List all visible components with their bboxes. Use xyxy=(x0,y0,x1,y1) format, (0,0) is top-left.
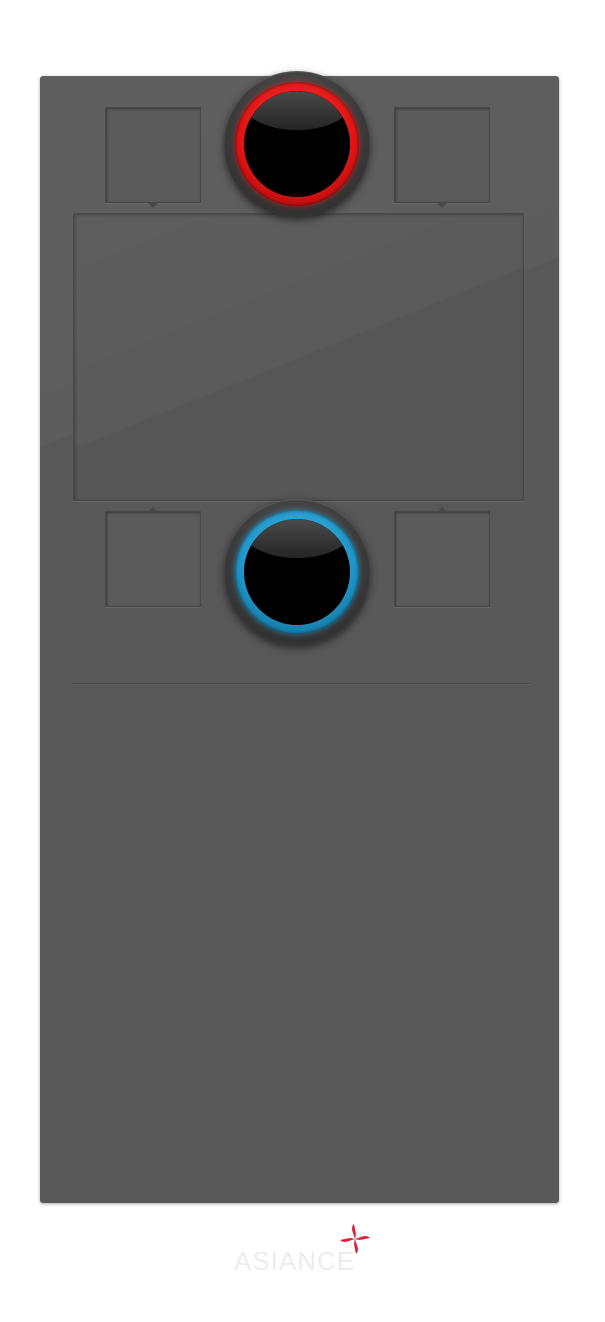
slot-bottom-right[interactable] xyxy=(394,511,490,607)
screen-glare xyxy=(74,214,523,500)
blue-knob-button[interactable] xyxy=(224,499,370,645)
red-knob-core xyxy=(244,91,350,197)
blue-knob-core xyxy=(244,519,350,625)
page: ASIANCE xyxy=(0,0,605,1322)
notch-top-left xyxy=(148,203,158,208)
slot-top-left[interactable] xyxy=(105,107,201,203)
red-knob-button[interactable] xyxy=(224,71,370,217)
asiance-logo: ASIANCE xyxy=(232,1222,382,1292)
divider-line xyxy=(72,683,531,684)
slot-top-right[interactable] xyxy=(394,107,490,203)
display-screen xyxy=(73,213,524,501)
notch-top-right xyxy=(437,203,447,208)
logo-text: ASIANCE xyxy=(234,1246,356,1276)
slot-bottom-left[interactable] xyxy=(105,511,201,607)
